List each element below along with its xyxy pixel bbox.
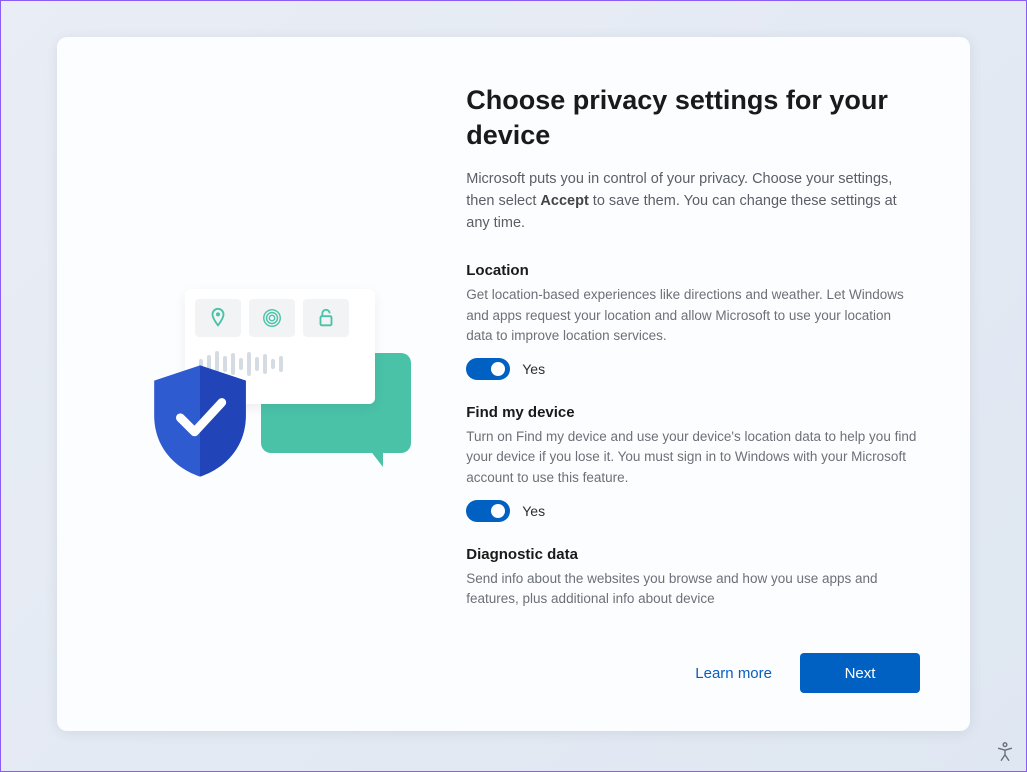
toggle-location[interactable] xyxy=(466,358,510,380)
setting-description: Send info about the websites you browse … xyxy=(466,569,920,610)
setting-description: Get location-based experiences like dire… xyxy=(466,285,920,346)
footer-actions: Learn more Next xyxy=(466,633,920,693)
content-pane: Choose privacy settings for your device … xyxy=(466,83,920,693)
privacy-illustration xyxy=(151,283,411,533)
setting-title: Location xyxy=(466,262,920,279)
illustration-pane xyxy=(95,83,466,693)
setting-description: Turn on Find my device and use your devi… xyxy=(466,427,920,488)
setting-location: Location Get location-based experiences … xyxy=(466,262,920,380)
accessibility-icon[interactable] xyxy=(994,741,1016,763)
setup-card: Choose privacy settings for your device … xyxy=(57,37,970,731)
toggle-label: Yes xyxy=(522,361,545,377)
shield-check-icon xyxy=(145,361,255,481)
settings-list: Location Get location-based experiences … xyxy=(466,262,920,633)
page-title: Choose privacy settings for your device xyxy=(466,83,920,153)
setting-diagnostic-data: Diagnostic data Send info about the webs… xyxy=(466,546,920,610)
page-subtitle: Microsoft puts you in control of your pr… xyxy=(466,169,920,234)
toggle-find-my-device[interactable] xyxy=(466,500,510,522)
fingerprint-icon xyxy=(249,299,295,337)
setting-title: Find my device xyxy=(466,404,920,421)
learn-more-link[interactable]: Learn more xyxy=(695,665,772,682)
setting-title: Diagnostic data xyxy=(466,546,920,563)
location-pin-icon xyxy=(195,299,241,337)
lock-icon xyxy=(303,299,349,337)
next-button[interactable]: Next xyxy=(800,653,920,693)
setting-find-my-device: Find my device Turn on Find my device an… xyxy=(466,404,920,522)
toggle-label: Yes xyxy=(522,503,545,519)
